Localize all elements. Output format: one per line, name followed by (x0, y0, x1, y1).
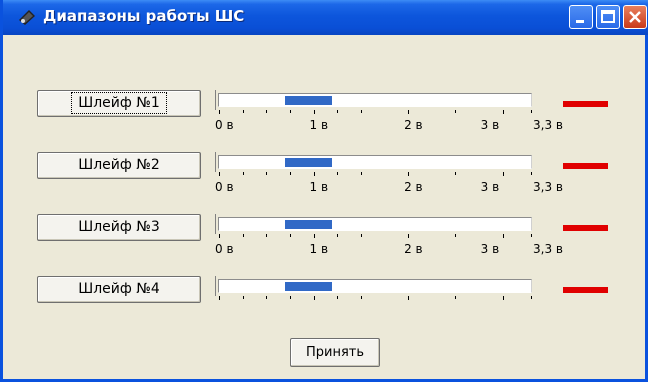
scale-tick (219, 172, 220, 176)
selected-range[interactable] (285, 282, 333, 291)
scale-tick (289, 172, 291, 175)
loop-button-4[interactable]: Шлейф №4 (37, 276, 201, 303)
scale-tick (219, 234, 220, 238)
scale-tick (502, 172, 504, 176)
loop-button-3[interactable]: Шлейф №3 (37, 214, 201, 241)
loop-button-2[interactable]: Шлейф №2 (37, 152, 201, 179)
range-slider-4[interactable] (215, 274, 535, 314)
loop-button-label: Шлейф №3 (78, 219, 160, 235)
scale-tick (337, 234, 339, 237)
scale-label: 1 в (309, 118, 329, 132)
scale-label: 1 в (309, 180, 329, 194)
scale-tick (266, 234, 268, 237)
selected-range[interactable] (285, 96, 333, 105)
loop-button-label: Шлейф №2 (78, 157, 160, 173)
scale-label: 3 в (480, 180, 500, 194)
scale-tick (360, 296, 362, 299)
loop-status-indicator (563, 287, 608, 293)
scale-tick (531, 110, 532, 113)
minimize-button[interactable] (569, 5, 593, 29)
scale-label: 3,3 в (533, 118, 563, 132)
scale-tick (408, 296, 410, 300)
scale-tick (313, 296, 315, 300)
scale-label: 3 в (480, 118, 500, 132)
maximize-button[interactable] (596, 5, 620, 29)
scale-tick (502, 110, 504, 114)
window-title: Диапазоны работы ШС (43, 7, 245, 25)
scale-label: 2 в (404, 180, 423, 194)
scale-tick (408, 234, 410, 238)
loop-button-label: Шлейф №4 (78, 281, 160, 297)
slider-track (218, 155, 532, 169)
maximize-icon (601, 10, 615, 23)
scale-tick (219, 296, 220, 300)
scale-tick (337, 110, 339, 113)
range-slider-2[interactable]: 0 в 1 в 2 в 3 в 3,3 в (215, 150, 563, 194)
scale-tick (408, 110, 410, 114)
scale-tick (242, 172, 244, 175)
scale-tick (242, 110, 244, 113)
scale-label: 1 в (309, 242, 329, 256)
title-bar[interactable]: Диапазоны работы ШС (3, 0, 648, 35)
scale-label: 0 в (215, 242, 234, 256)
scale-tick (242, 234, 244, 237)
selected-range[interactable] (285, 220, 333, 229)
loop-status-indicator (563, 225, 608, 231)
scale-tick (242, 296, 244, 299)
scale-label: 2 в (404, 118, 423, 132)
minimize-icon (576, 20, 584, 23)
accept-button[interactable]: Принять (290, 338, 380, 367)
slider-track (218, 279, 532, 293)
scale-tick (266, 110, 268, 113)
scale-tick (219, 110, 220, 114)
scale-tick (408, 172, 410, 176)
slider-track (218, 217, 532, 231)
scale-tick (313, 110, 315, 114)
loop-button-1[interactable]: Шлейф №1 (37, 90, 201, 117)
range-slider-1[interactable]: 0 в 1 в 2 в 3 в 3,3 в (215, 88, 563, 132)
scale-label: 0 в (215, 180, 234, 194)
range-slider-3[interactable]: 0 в 1 в 2 в 3 в 3,3 в (215, 212, 563, 256)
scale-tick (455, 296, 457, 299)
scale-label: 3 в (480, 242, 500, 256)
scale-tick (360, 234, 362, 237)
app-icon (19, 10, 35, 25)
scale-tick (266, 172, 268, 175)
slider-track (218, 93, 532, 107)
loop-button-label: Шлейф №1 (71, 92, 167, 114)
scale-tick (289, 296, 291, 299)
scale-tick (360, 172, 362, 175)
close-icon (629, 11, 641, 23)
scale-tick (455, 110, 457, 113)
scale-tick (502, 234, 504, 238)
scale-label: 3,3 в (533, 242, 563, 256)
scale-tick (531, 296, 532, 299)
scale-tick (531, 172, 532, 175)
scale-label: 3,3 в (533, 180, 563, 194)
scale-tick (266, 296, 268, 299)
scale-tick (337, 172, 339, 175)
selected-range[interactable] (285, 158, 333, 167)
scale-tick (289, 234, 291, 237)
scale-tick (313, 172, 315, 176)
scale-tick (313, 234, 315, 238)
scale-tick (531, 234, 532, 237)
dialog-window: Диапазоны работы ШС Принять Шлейф №1 0 в 1… (0, 0, 648, 382)
scale-label: 2 в (404, 242, 423, 256)
scale-tick (455, 234, 457, 237)
close-button[interactable] (623, 5, 647, 29)
scale-tick (455, 172, 457, 175)
scale-label: 0 в (215, 118, 234, 132)
loop-status-indicator (563, 163, 608, 169)
scale-tick (289, 110, 291, 113)
loop-status-indicator (563, 101, 608, 107)
scale-tick (502, 296, 504, 300)
scale-tick (360, 110, 362, 113)
scale-tick (337, 296, 339, 299)
